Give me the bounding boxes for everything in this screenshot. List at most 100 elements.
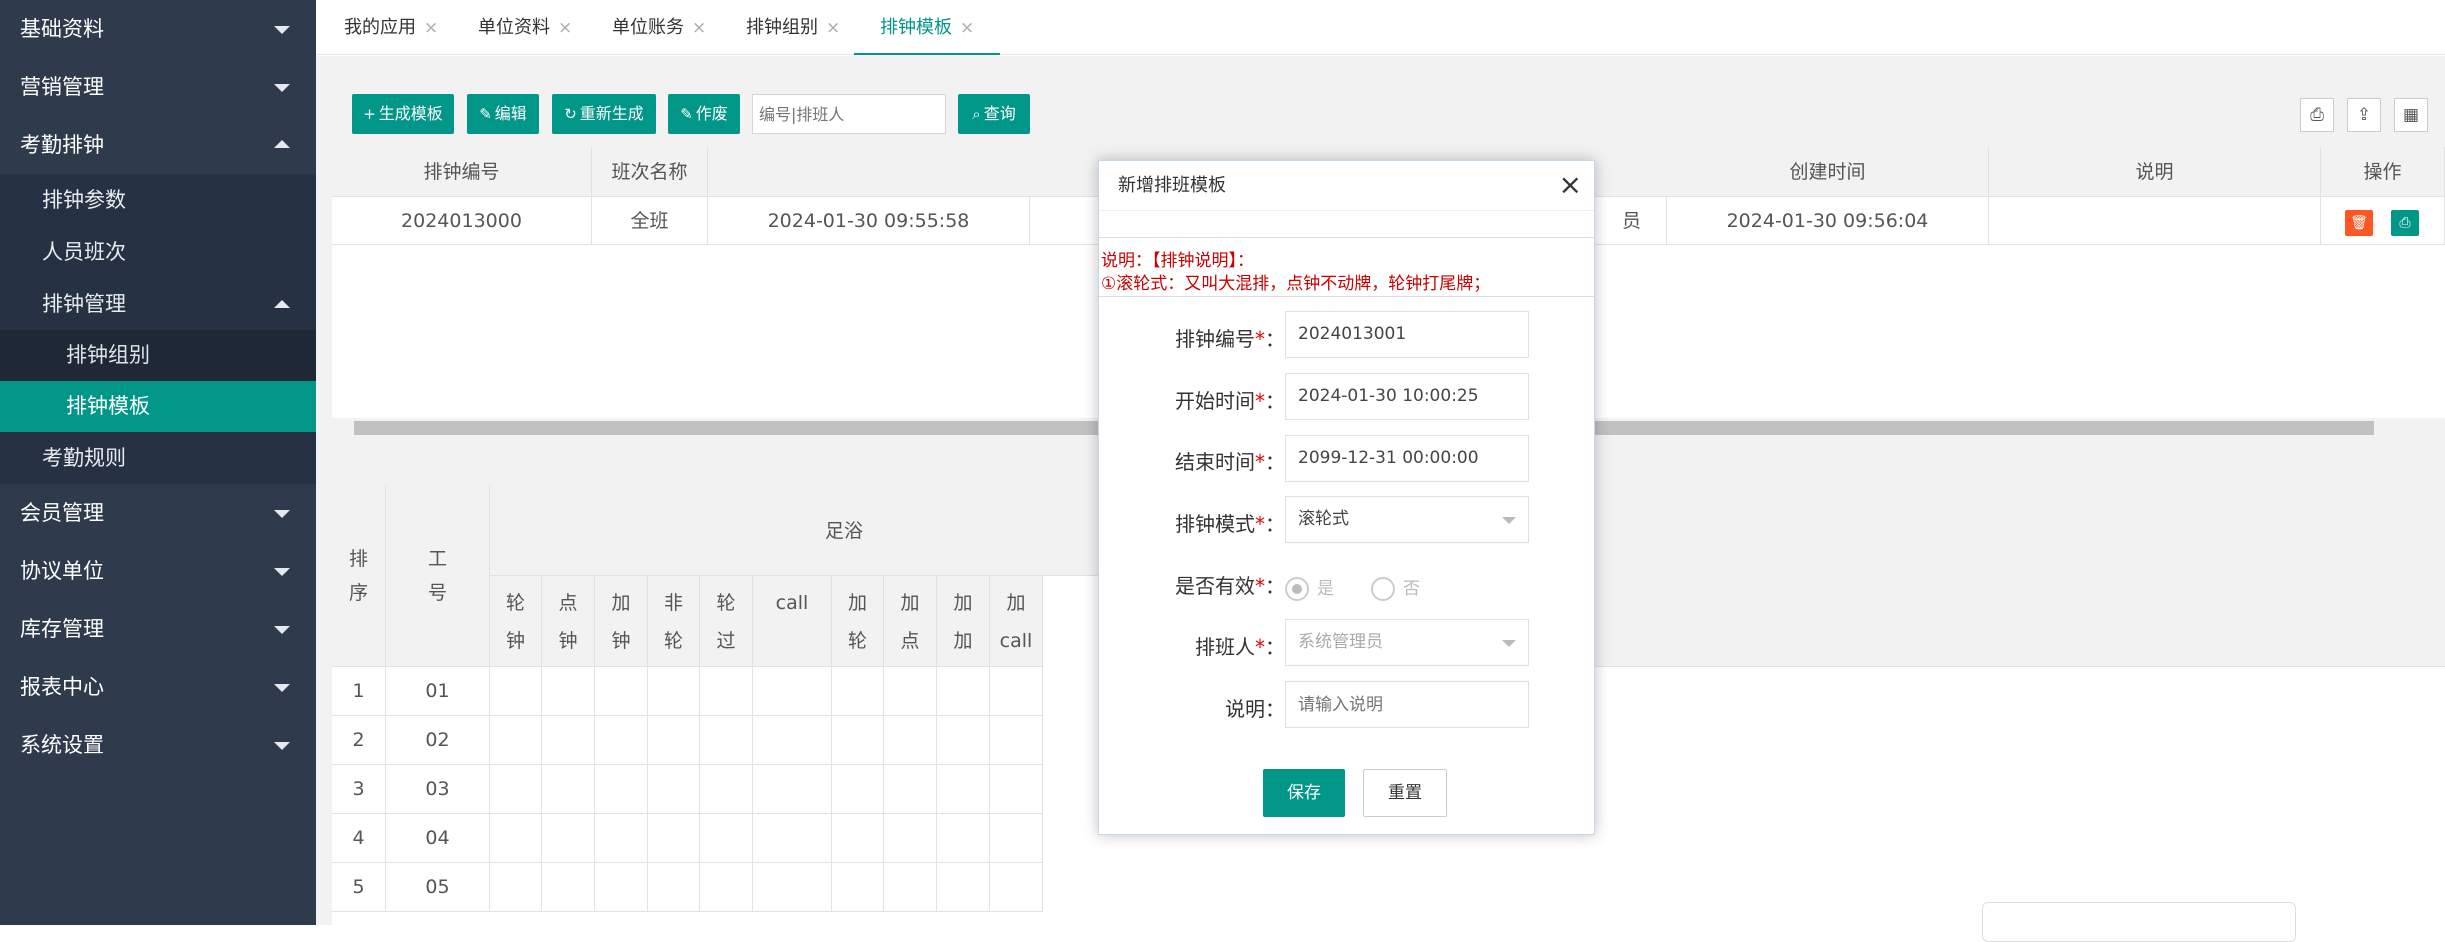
close-icon[interactable]: × [826,18,840,38]
menu-schedule-groups[interactable]: 排钟组别 [0,330,316,381]
cell-no[interactable]: 02 [386,716,490,765]
cell-count[interactable] [753,863,832,912]
cell-count[interactable] [542,863,595,912]
cell-count[interactable] [490,814,542,863]
valid-yes-radio[interactable]: 是 [1285,574,1334,601]
menu-attendance-rules[interactable]: 考勤规则 [0,432,316,484]
cell-count[interactable] [542,765,595,814]
cell-created[interactable]: 2024-01-30 09:56:04 [1667,197,1989,245]
cell-count[interactable] [595,667,648,716]
cell-count[interactable] [884,863,937,912]
menu-members[interactable]: 会员管理 [0,484,316,542]
cell-count[interactable] [753,716,832,765]
mode-select[interactable]: 滚轮式 [1285,496,1529,543]
cell-count[interactable] [490,716,542,765]
cell-count[interactable] [937,765,990,814]
close-icon[interactable]: × [692,18,706,38]
tab-unit-data[interactable]: 单位资料 × [478,0,572,55]
cell-count[interactable] [990,863,1043,912]
delete-icon[interactable]: 🗑 [2345,210,2373,236]
cell-seq[interactable]: 3 [332,765,386,814]
cell-count[interactable] [595,814,648,863]
menu-staff-shifts[interactable]: 人员班次 [0,226,316,278]
tab-my-apps[interactable]: 我的应用 × [344,0,438,55]
cell-count[interactable] [884,814,937,863]
query-button[interactable]: ⌕ 查询 [958,94,1030,134]
search-input[interactable] [752,94,946,134]
menu-schedule-templates[interactable]: 排钟模板 [0,381,316,432]
cell-count[interactable] [490,765,542,814]
regenerate-button[interactable]: ↻ 重新生成 [552,94,656,134]
reset-button[interactable]: 重置 [1363,769,1447,817]
edit-button[interactable]: ✎ 编辑 [467,94,539,134]
cell-count[interactable] [937,667,990,716]
close-icon[interactable]: × [558,18,572,38]
cell-start[interactable]: 2024-01-30 09:55:58 [708,197,1030,245]
cell-count[interactable] [884,716,937,765]
menu-agreement-units[interactable]: 协议单位 [0,542,316,600]
cell-count[interactable] [648,765,700,814]
cell-shift[interactable]: 全班 [592,197,708,245]
cell-note[interactable] [1989,197,2321,245]
code-field[interactable]: 2024013001 [1285,311,1529,358]
col-header-created[interactable]: 创建时间 [1667,147,1989,197]
cell-count[interactable] [700,765,753,814]
cell-count[interactable] [937,716,990,765]
cell-count[interactable] [753,667,832,716]
col-header-note[interactable]: 说明 [1989,147,2321,197]
menu-reports[interactable]: 报表中心 [0,658,316,716]
cell-count[interactable] [648,863,700,912]
cell-count[interactable] [937,814,990,863]
cell-count[interactable] [700,814,753,863]
cell-count[interactable] [753,765,832,814]
cell-seq[interactable]: 1 [332,667,386,716]
cell-count[interactable] [648,814,700,863]
cell-count[interactable] [542,716,595,765]
tab-schedule-groups[interactable]: 排钟组别 × [746,0,840,55]
cell-seq[interactable]: 5 [332,863,386,912]
cell-count[interactable] [595,863,648,912]
cell-count[interactable] [884,765,937,814]
col-header-code[interactable]: 排钟编号 [332,147,592,197]
menu-settings[interactable]: 系统设置 [0,716,316,774]
menu-schedule-params[interactable]: 排钟参数 [0,174,316,226]
valid-no-radio[interactable]: 否 [1371,574,1420,601]
cell-count[interactable] [990,814,1043,863]
print-icon[interactable]: ⎙ [2300,98,2334,132]
cell-count[interactable] [648,716,700,765]
print-icon[interactable]: ⎙ [2391,210,2419,236]
cell-code[interactable]: 2024013000 [332,197,592,245]
col-header-shift[interactable]: 班次名称 [592,147,708,197]
cell-count[interactable] [832,716,884,765]
cell-count[interactable] [595,765,648,814]
cell-count[interactable] [595,716,648,765]
menu-attendance[interactable]: 考勤排钟 [0,116,316,174]
cell-count[interactable] [990,765,1043,814]
description-input[interactable] [1285,681,1529,728]
tab-schedule-templates[interactable]: 排钟模板 × [854,0,1001,55]
person-select[interactable]: 系统管理员 [1285,619,1529,666]
cell-count[interactable] [700,863,753,912]
cell-count[interactable] [832,765,884,814]
cell-count[interactable] [700,716,753,765]
cell-no[interactable]: 04 [386,814,490,863]
close-icon[interactable]: × [424,18,438,38]
cell-count[interactable] [937,863,990,912]
cell-count[interactable] [990,667,1043,716]
menu-marketing[interactable]: 营销管理 [0,58,316,116]
save-button[interactable]: 保存 [1263,769,1345,817]
generate-template-button[interactable]: + 生成模板 [352,94,454,134]
cell-count[interactable] [884,667,937,716]
export-icon[interactable]: ⇪ [2347,98,2381,132]
void-button[interactable]: ✎ 作废 [668,94,740,134]
cell-count[interactable] [648,667,700,716]
cell-seq[interactable]: 2 [332,716,386,765]
cell-no[interactable]: 03 [386,765,490,814]
cell-count[interactable] [832,814,884,863]
cell-count[interactable] [832,863,884,912]
menu-basic-data[interactable]: 基础资料 [0,0,316,58]
cell-seq[interactable]: 4 [332,814,386,863]
end-time-field[interactable]: 2099-12-31 00:00:00 [1285,435,1529,482]
cell-no[interactable]: 01 [386,667,490,716]
cell-count[interactable] [832,667,884,716]
